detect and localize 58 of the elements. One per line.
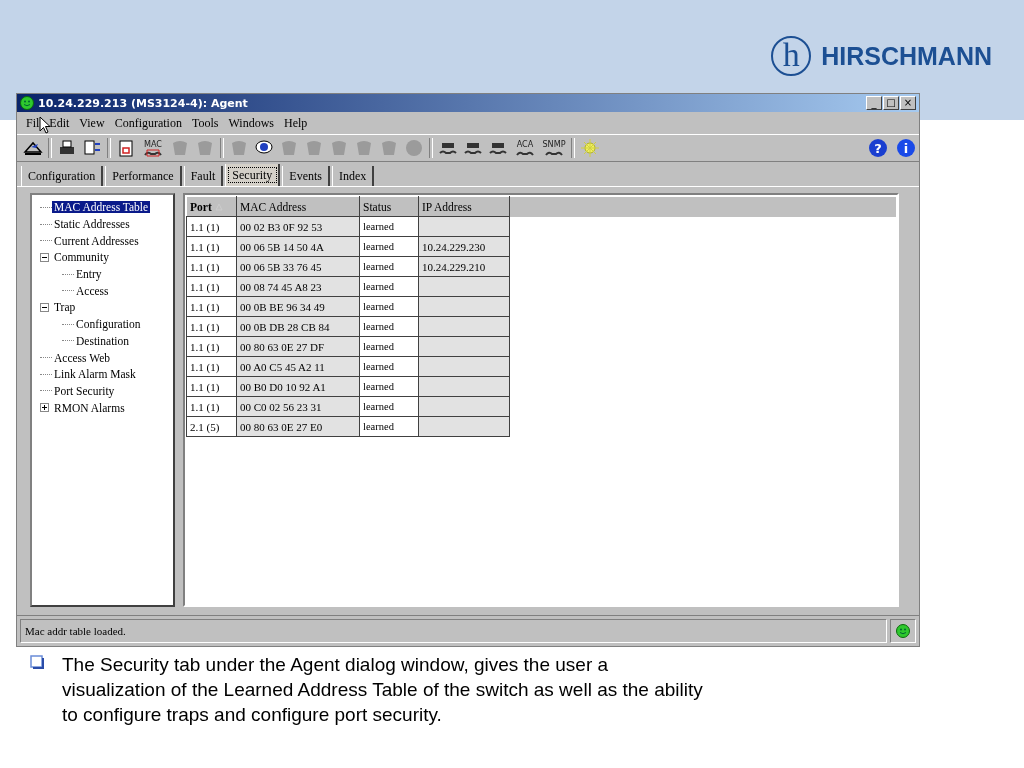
reload-button[interactable]: MAC [139,137,167,159]
tab[interactable]: Index [332,166,375,186]
tab[interactable]: Events [282,166,330,186]
column-header[interactable]: Port [186,196,237,217]
tab[interactable]: Performance [105,166,182,186]
caption-text: The Security tab under the Agent dialog window, gives the user a visualization of the Learned Address Table of the switch as well as the ability to configure traps and configure port security. [62,653,704,727]
menu-item[interactable]: View [74,115,110,131]
status-text: Mac addr table loaded. [20,619,887,643]
menu-item[interactable]: Configuration [109,115,187,131]
tree-item[interactable]: Port Security [52,384,117,397]
bullet-icon [30,655,44,669]
tree-item[interactable]: Community [52,251,111,264]
table-cell: 1.1 (1) [186,396,237,417]
tree-item[interactable]: Entry [74,268,104,281]
tree-item[interactable]: Current Addresses [52,234,141,247]
table-cell: 2.1 (5) [186,416,237,437]
table-cell: 1.1 (1) [186,316,237,337]
menu-item[interactable]: Help [278,115,313,131]
menu-item[interactable]: Windows [223,115,279,131]
column-header[interactable]: MAC Address [236,196,360,217]
column-header[interactable]: IP Address [418,196,510,217]
logo-name: HIRSCHMANN [821,41,992,71]
window-control[interactable]: □ [883,96,899,110]
info-button[interactable]: i [897,139,915,157]
smiley-icon [896,624,910,638]
toggle-icon[interactable] [40,252,49,262]
tree-item[interactable]: Static Addresses [52,218,132,231]
table-cell: 1.1 (1) [186,216,237,237]
menu-item[interactable]: Tools [186,115,224,131]
table-cell: 1.1 (1) [186,376,237,397]
tree-item[interactable]: Access [74,284,111,297]
tree-item[interactable]: MAC Address Table [52,201,151,214]
window-title: 10.24.229.213 (MS3124-4): Agent [38,96,248,110]
table-cell: 1.1 (1) [186,356,237,377]
window-control[interactable]: _ [866,96,882,110]
tool-button[interactable]: ACA [511,137,539,159]
table-cell: 1.1 (1) [186,256,237,277]
tab[interactable]: Fault [183,166,224,186]
toggle-icon[interactable] [40,302,49,312]
logo-mark: h [771,36,812,76]
table-cell: 1.1 (1) [186,236,237,257]
table-cell: 1.1 (1) [186,276,237,297]
tree-item[interactable]: RMON Alarms [52,401,127,414]
tab[interactable]: Configuration [21,166,104,186]
tree-item[interactable]: Destination [74,334,132,347]
tab[interactable]: Security [225,164,281,186]
toggle-icon[interactable] [40,403,49,413]
window-control[interactable]: × [900,96,916,110]
help-button[interactable]: ? [869,139,887,157]
tree-item[interactable]: Configuration [74,318,143,331]
table-cell: 1.1 (1) [186,296,237,317]
tree-item[interactable]: Access Web [52,351,113,364]
smiley-icon [20,96,34,110]
column-header[interactable]: Status [359,196,419,217]
tool-button[interactable]: SNMP [540,137,568,159]
tree-item[interactable]: Trap [52,301,78,314]
tree-item[interactable]: Link Alarm Mask [52,368,138,381]
table-cell: 1.1 (1) [186,336,237,357]
